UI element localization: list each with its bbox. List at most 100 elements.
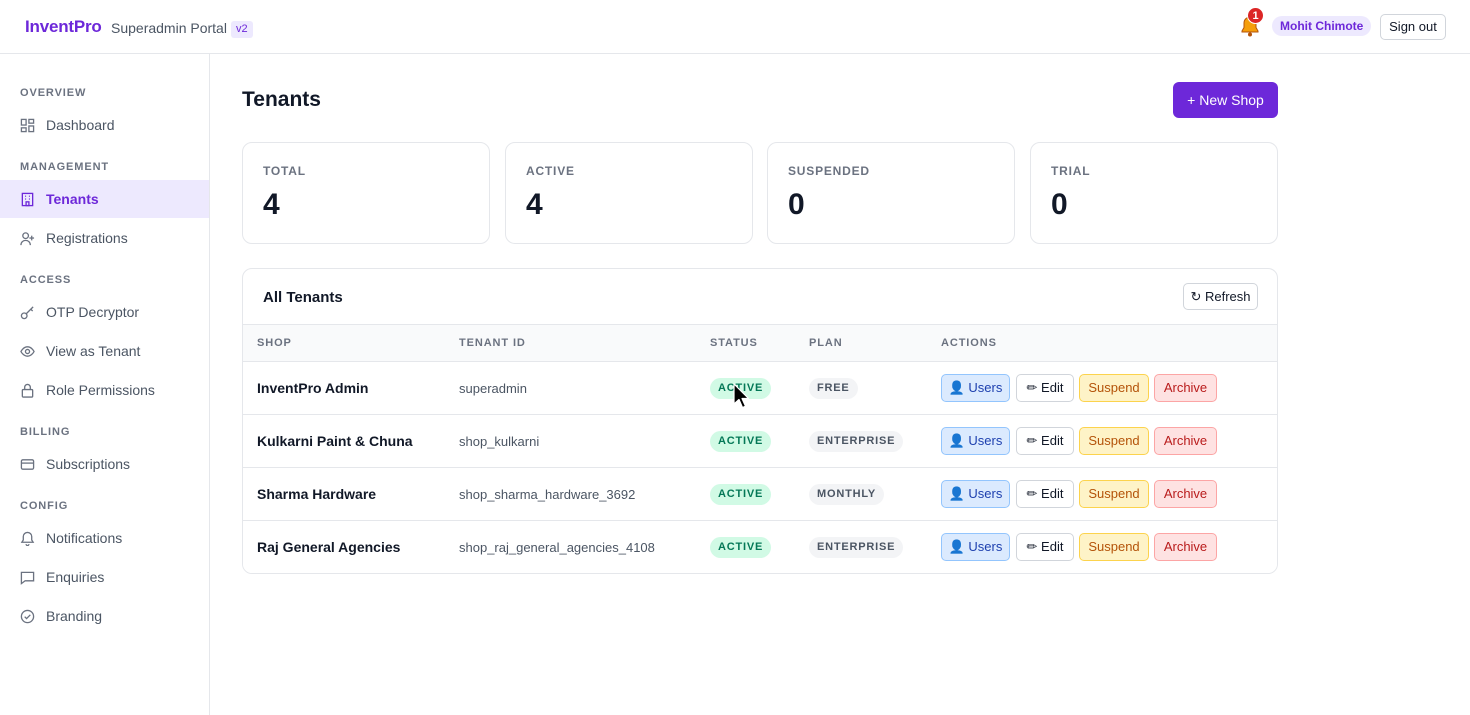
notification-count-badge: 1 bbox=[1247, 7, 1264, 24]
column-header-status[interactable]: STATUS bbox=[710, 337, 758, 349]
plan-badge: FREE bbox=[809, 378, 858, 399]
suspend-button[interactable]: Suspend bbox=[1079, 533, 1149, 561]
sidebar-item-tenants[interactable]: Tenants bbox=[0, 180, 209, 218]
sidebar: OVERVIEW Dashboard MANAGEMENT Tenants Re… bbox=[0, 54, 210, 715]
shop-name: InventPro Admin bbox=[257, 380, 369, 396]
status-badge: ACTIVE bbox=[710, 484, 772, 505]
edit-button[interactable]: ✏ Edit bbox=[1016, 427, 1074, 455]
column-header-actions: ACTIONS bbox=[941, 337, 997, 349]
page-title: Tenants bbox=[242, 88, 321, 111]
sidebar-section-access: ACCESS bbox=[20, 274, 72, 286]
sidebar-item-notifications[interactable]: Notifications bbox=[0, 519, 209, 557]
lock-icon bbox=[21, 383, 34, 398]
archive-button[interactable]: Archive bbox=[1154, 480, 1217, 508]
shop-name: Kulkarni Paint & Chuna bbox=[257, 433, 413, 449]
sidebar-item-label: Subscriptions bbox=[46, 456, 131, 472]
edit-button[interactable]: ✏ Edit bbox=[1016, 480, 1074, 508]
tenant-id: shop_kulkarni bbox=[459, 434, 540, 449]
user-name-chip[interactable]: Mohit Chimote bbox=[1272, 16, 1372, 36]
column-header-shop[interactable]: SHOP bbox=[257, 337, 292, 349]
eye-icon bbox=[20, 346, 35, 357]
edit-button[interactable]: ✏ Edit bbox=[1016, 533, 1074, 561]
column-header-tenant-id[interactable]: TENANT ID bbox=[459, 337, 526, 349]
user-plus-icon bbox=[20, 232, 35, 246]
status-badge: ACTIVE bbox=[710, 431, 772, 452]
users-button[interactable]: 👤 Users bbox=[941, 480, 1010, 508]
plan-badge: ENTERPRISE bbox=[809, 431, 904, 452]
table-row[interactable]: InventPro Admin superadmin ACTIVE FREE 👤… bbox=[243, 362, 1277, 415]
stat-card-active: ACTIVE 4 bbox=[505, 142, 753, 244]
sidebar-item-label: Registrations bbox=[46, 230, 128, 246]
stat-value: 4 bbox=[263, 188, 280, 221]
sidebar-item-enquiries[interactable]: Enquiries bbox=[0, 558, 209, 596]
new-shop-button[interactable]: + New Shop bbox=[1173, 82, 1278, 118]
sidebar-section-config: CONFIG bbox=[20, 500, 69, 512]
key-icon bbox=[20, 306, 34, 320]
check-circle-icon bbox=[20, 609, 35, 624]
sidebar-item-dashboard[interactable]: Dashboard bbox=[0, 106, 209, 144]
archive-button[interactable]: Archive bbox=[1154, 427, 1217, 455]
users-button[interactable]: 👤 Users bbox=[941, 374, 1010, 402]
shop-name: Raj General Agencies bbox=[257, 539, 401, 555]
sidebar-item-label: Notifications bbox=[46, 530, 123, 546]
building-icon bbox=[21, 192, 34, 207]
stat-value: 0 bbox=[1051, 188, 1068, 221]
brand-logo[interactable]: InventPro bbox=[25, 17, 102, 37]
sidebar-item-label: Role Permissions bbox=[46, 382, 155, 398]
stat-card-total: TOTAL 4 bbox=[242, 142, 490, 244]
sidebar-item-branding[interactable]: Branding bbox=[0, 597, 209, 635]
suspend-button[interactable]: Suspend bbox=[1079, 374, 1149, 402]
sidebar-section-billing: BILLING bbox=[20, 426, 71, 438]
refresh-button[interactable]: ↻ Refresh bbox=[1183, 283, 1258, 310]
table-header: SHOP TENANT ID STATUS PLAN ACTIONS bbox=[243, 324, 1277, 362]
version-badge: v2 bbox=[231, 21, 253, 38]
suspend-button[interactable]: Suspend bbox=[1079, 427, 1149, 455]
tenants-table-card: All Tenants ↻ Refresh SHOP TENANT ID STA… bbox=[242, 268, 1278, 574]
credit-card-icon bbox=[20, 459, 35, 470]
sidebar-item-label: Dashboard bbox=[46, 117, 115, 133]
stat-value: 0 bbox=[788, 188, 805, 221]
sidebar-item-subscriptions[interactable]: Subscriptions bbox=[0, 445, 209, 483]
users-button[interactable]: 👤 Users bbox=[941, 427, 1010, 455]
sidebar-section-overview: OVERVIEW bbox=[20, 87, 87, 99]
sidebar-item-label: Enquiries bbox=[46, 569, 105, 585]
sidebar-item-registrations[interactable]: Registrations bbox=[0, 219, 209, 257]
users-button[interactable]: 👤 Users bbox=[941, 533, 1010, 561]
edit-button[interactable]: ✏ Edit bbox=[1016, 374, 1074, 402]
sidebar-item-otp-decryptor[interactable]: OTP Decryptor bbox=[0, 293, 209, 331]
stat-value: 4 bbox=[526, 188, 543, 221]
sidebar-item-view-as-tenant[interactable]: View as Tenant bbox=[0, 332, 209, 370]
top-bar: InventPro Superadmin Portal v2 1 Mohit C… bbox=[0, 0, 1470, 54]
sidebar-item-role-permissions[interactable]: Role Permissions bbox=[0, 371, 209, 409]
table-row[interactable]: Sharma Hardware shop_sharma_hardware_369… bbox=[243, 468, 1277, 521]
stat-label: ACTIVE bbox=[526, 164, 575, 178]
stat-label: TRIAL bbox=[1051, 164, 1091, 178]
stat-label: TOTAL bbox=[263, 164, 306, 178]
suspend-button[interactable]: Suspend bbox=[1079, 480, 1149, 508]
stat-card-suspended: SUSPENDED 0 bbox=[767, 142, 1015, 244]
message-icon bbox=[20, 571, 35, 585]
shop-name: Sharma Hardware bbox=[257, 486, 377, 502]
stat-card-trial: TRIAL 0 bbox=[1030, 142, 1278, 244]
sidebar-item-label: View as Tenant bbox=[46, 343, 141, 359]
table-row[interactable]: Raj General Agencies shop_raj_general_ag… bbox=[243, 521, 1277, 573]
plan-badge: MONTHLY bbox=[809, 484, 884, 505]
tenant-id: shop_sharma_hardware_3692 bbox=[459, 487, 636, 502]
status-badge: ACTIVE bbox=[710, 378, 772, 399]
bell-icon bbox=[20, 531, 35, 546]
sidebar-item-label: Tenants bbox=[46, 191, 99, 207]
status-badge: ACTIVE bbox=[710, 537, 772, 558]
tenant-id: shop_raj_general_agencies_4108 bbox=[459, 540, 655, 555]
sidebar-item-label: Branding bbox=[46, 608, 103, 624]
archive-button[interactable]: Archive bbox=[1154, 533, 1217, 561]
sidebar-section-management: MANAGEMENT bbox=[20, 161, 110, 173]
plan-badge: ENTERPRISE bbox=[809, 537, 904, 558]
column-header-plan[interactable]: PLAN bbox=[809, 337, 843, 349]
sidebar-item-label: OTP Decryptor bbox=[46, 304, 140, 320]
sign-out-button[interactable]: Sign out bbox=[1380, 14, 1446, 40]
portal-name: Superadmin Portal bbox=[111, 20, 227, 36]
archive-button[interactable]: Archive bbox=[1154, 374, 1217, 402]
table-title: All Tenants bbox=[263, 289, 343, 306]
tenant-id: superadmin bbox=[459, 381, 527, 396]
table-row[interactable]: Kulkarni Paint & Chuna shop_kulkarni ACT… bbox=[243, 415, 1277, 468]
